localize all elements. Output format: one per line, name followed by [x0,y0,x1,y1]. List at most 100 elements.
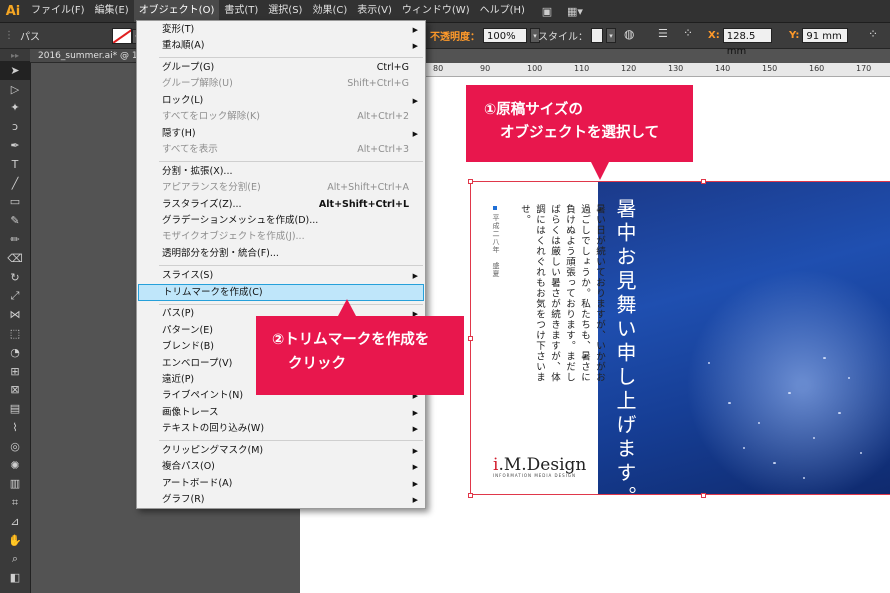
control-bar: ⋮ パス ▾ 不透明度： 100% ▾ スタイル： ▾ ◍ ☰ ⁘ X: 128… [0,23,890,57]
ruler-number: 120 [621,64,637,73]
menu-compound-path[interactable]: 複合パス(O) ▶ [137,459,425,476]
menu-create-trim-marks[interactable]: トリムマークを作成(C) [138,284,424,301]
submenu-arrow-icon: ▶ [412,425,418,433]
x-input[interactable]: 128.5 mm [722,28,772,57]
selection-bounding-box[interactable] [470,181,890,495]
opacity-label[interactable]: 不透明度： [430,28,480,43]
selection-type-label: パス [20,32,40,43]
shape-builder-tool-icon[interactable]: ◔ [0,343,30,362]
ruler-number: 150 [762,64,778,73]
menu-text-wrap[interactable]: テキストの回り込み(W) ▶ [137,421,425,438]
align-icon[interactable]: ☰ [658,27,668,40]
menu-transform[interactable]: 変形(T) ▶ [137,22,425,39]
menu-edit[interactable]: 編集(E) [90,0,134,22]
menu-view[interactable]: 表示(V) [352,0,397,22]
menu-group[interactable]: グループ(G) Ctrl+G [137,60,425,77]
selection-handle[interactable] [468,179,473,184]
gradient-tool-icon[interactable]: ▤ [0,399,30,418]
document-tab[interactable]: 2016_summer.ai* @ 150% [30,49,136,63]
menu-separator [159,304,423,305]
menu-flatten-transparency[interactable]: 透明部分を分割・統合(F)... [137,246,425,263]
submenu-arrow-icon: ▶ [412,409,418,417]
menu-rasterize[interactable]: ラスタライズ(Z)... Alt+Shift+Ctrl+L [137,197,425,214]
menu-file[interactable]: ファイル(F) [26,0,90,22]
selection-handle[interactable] [701,179,706,184]
pencil-tool-icon[interactable]: ✏ [0,230,30,249]
menu-expand[interactable]: 分割・拡張(X)... [137,164,425,181]
transform-icon[interactable]: ⁘ [868,27,878,41]
selection-handle[interactable] [701,493,706,498]
menu-select[interactable]: 選択(S) [263,0,307,22]
menu-type[interactable]: 書式(T) [219,0,263,22]
menu-expand-appearance[interactable]: アピアランスを分割(E) Alt+Shift+Ctrl+A [137,180,425,197]
type-tool-icon[interactable]: T [0,155,30,174]
direct-selection-tool-icon[interactable]: ▷ [0,80,30,99]
submenu-arrow-icon: ▶ [412,447,418,455]
paintbrush-tool-icon[interactable]: ✎ [0,211,30,230]
mesh-tool-icon[interactable]: ⊠ [0,381,30,400]
menu-graph[interactable]: グラフ(R) ▶ [137,492,425,509]
menu-lock[interactable]: ロック(L) ▶ [137,93,425,110]
menu-window[interactable]: ウィンドウ(W) [397,0,475,22]
ruler-number: 160 [809,64,825,73]
slice-tool-icon[interactable]: ⊿ [0,512,30,531]
selection-tool-icon[interactable]: ➤ [0,61,30,80]
line-tool-icon[interactable]: ╱ [0,174,30,193]
horizontal-ruler: 80 90 100 110 120 130 140 150 160 170 [423,63,890,77]
selection-handle[interactable] [468,493,473,498]
menu-hide[interactable]: 隠す(H) ▶ [137,126,425,143]
width-tool-icon[interactable]: ⋈ [0,305,30,324]
x-label: X: [708,30,720,41]
menu-separator [159,161,423,162]
pen-tool-icon[interactable]: ✒ [0,136,30,155]
opacity-input[interactable]: 100% [483,28,527,43]
submenu-arrow-icon: ▶ [412,463,418,471]
bridge-icon[interactable]: ▣ [536,3,558,19]
ruler-number: 90 [480,64,491,73]
style-dropdown-icon[interactable]: ▾ [606,28,616,43]
menu-ungroup[interactable]: グループ解除(U) Shift+Ctrl+G [137,76,425,93]
menu-clipping-mask[interactable]: クリッピングマスク(M) ▶ [137,443,425,460]
menu-object[interactable]: オブジェクト(O) [133,0,220,22]
reference-point-icon[interactable]: ⁘ [683,26,693,40]
menu-slice[interactable]: スライス(S) ▶ [137,268,425,285]
lasso-tool-icon[interactable]: ↄ [0,117,30,136]
fill-swatch[interactable] [112,28,132,44]
fill-stroke-icon[interactable]: ◧ [0,569,30,588]
menu-artboards[interactable]: アートボード(A) ▶ [137,476,425,493]
menu-show-all[interactable]: すべてを表示 Alt+Ctrl+3 [137,142,425,159]
selection-handle[interactable] [468,336,473,341]
style-swatch[interactable] [591,28,603,43]
submenu-arrow-icon: ▶ [412,496,418,504]
zoom-tool-icon[interactable]: ⌕ [0,550,30,569]
object-menu-dropdown: 変形(T) ▶ 重ね順(A) ▶ グループ(G) Ctrl+G グループ解除(U) Sh… [136,20,426,509]
menu-unlock-all[interactable]: すべてをロック解除(K) Alt+Ctrl+2 [137,109,425,126]
app-logo: Ai [5,3,21,19]
submenu-arrow-icon: ▶ [412,130,418,138]
menubar: Ai ファイル(F) 編集(E) オブジェクト(O) 書式(T) 選択(S) 効… [0,0,890,23]
menu-help[interactable]: ヘルプ(H) [475,0,530,22]
menu-arrange[interactable]: 重ね順(A) ▶ [137,38,425,55]
eraser-tool-icon[interactable]: ⌫ [0,249,30,268]
rectangle-tool-icon[interactable]: ▭ [0,193,30,212]
eyedropper-tool-icon[interactable]: ⌇ [0,418,30,437]
rotate-tool-icon[interactable]: ↻ [0,268,30,287]
symbol-sprayer-tool-icon[interactable]: ✺ [0,456,30,475]
y-input[interactable]: 91 mm [802,28,849,43]
graph-tool-icon[interactable]: ▥ [0,475,30,494]
recolor-icon[interactable]: ◍ [624,27,634,41]
magic-wand-tool-icon[interactable]: ✦ [0,99,30,118]
perspective-grid-tool-icon[interactable]: ⊞ [0,362,30,381]
blend-tool-icon[interactable]: ◎ [0,437,30,456]
callout-step-2-line-1: ②トリムマークを作成を [272,332,430,348]
artboard-tool-icon[interactable]: ⌗ [0,493,30,512]
hand-tool-icon[interactable]: ✋ [0,531,30,550]
toolbox: ▸▸ ➤ ▷ ✦ ↄ ✒ T ╱ ▭ ✎ ✏ ⌫ ↻ ⤢ ⋈ ⬚ ◔ ⊞ ⊠ ▤… [0,49,31,593]
menu-image-trace[interactable]: 画像トレース ▶ [137,405,425,422]
scale-tool-icon[interactable]: ⤢ [0,287,30,306]
menu-create-gradient-mesh[interactable]: グラデーションメッシュを作成(D)... [137,213,425,230]
free-transform-tool-icon[interactable]: ⬚ [0,324,30,343]
menu-create-object-mosaic[interactable]: モザイクオブジェクトを作成(J)... [137,229,425,246]
arrange-documents-icon[interactable]: ▦▾ [564,3,586,19]
menu-effect[interactable]: 効果(C) [307,0,352,22]
